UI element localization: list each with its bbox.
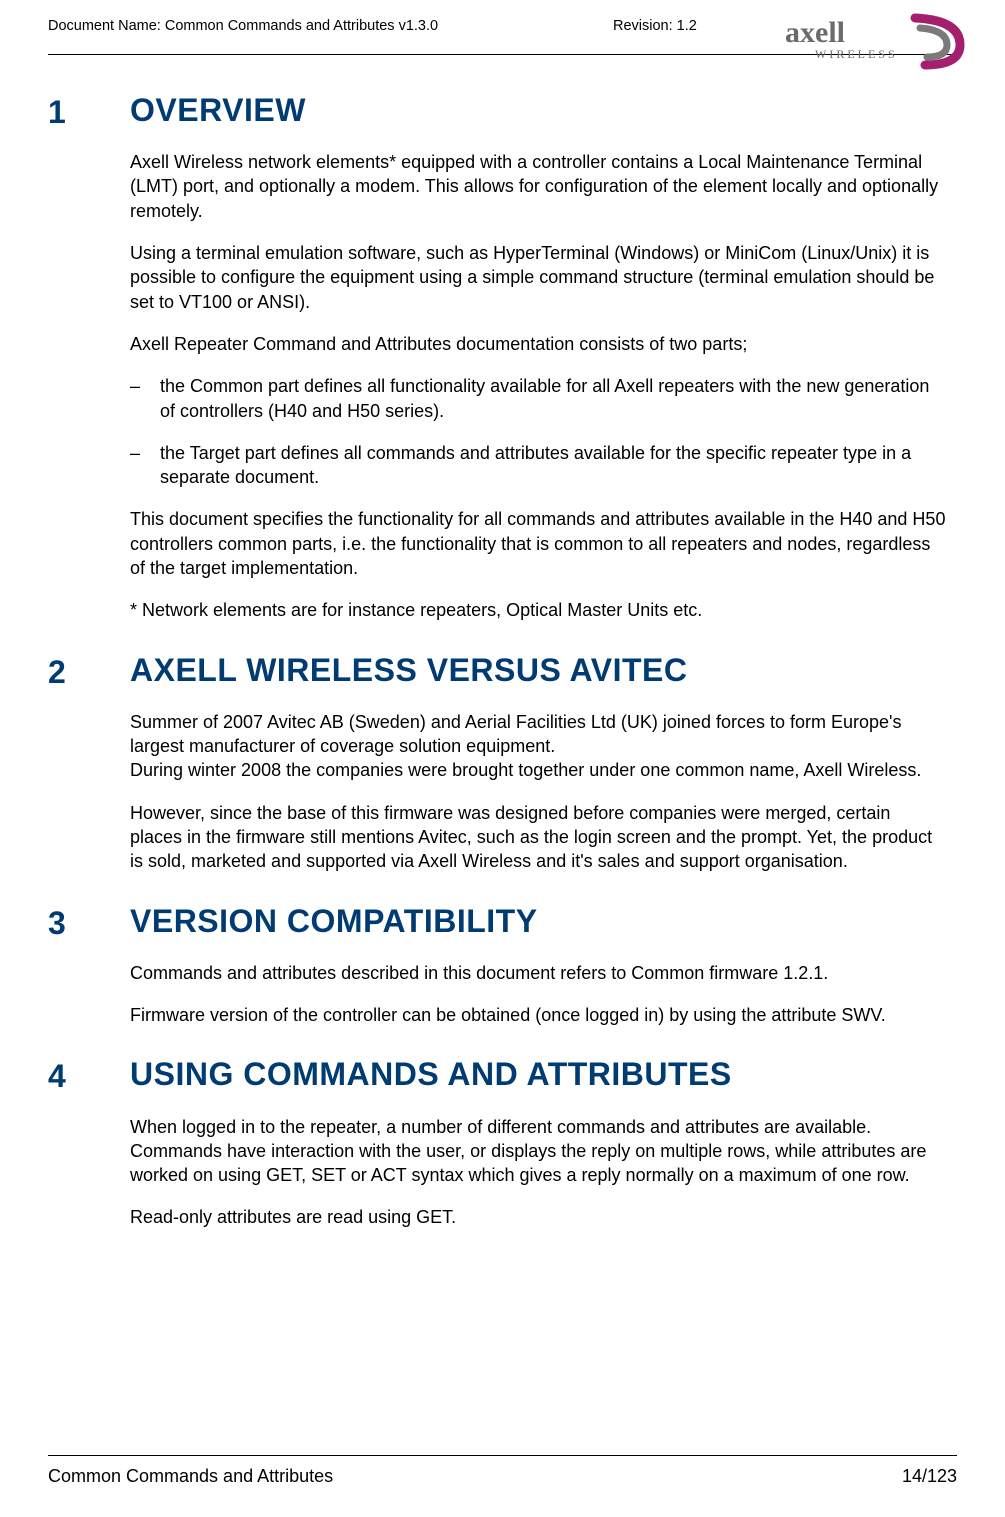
section-number: 3: [48, 904, 130, 941]
revision: Revision: 1.2: [613, 18, 697, 34]
list-item-text: the Target part defines all commands and…: [160, 441, 947, 490]
section-number: 4: [48, 1057, 130, 1094]
section-body: Axell Wireless network elements* equippe…: [130, 150, 947, 622]
section-title: VERSION COMPATIBILITY: [130, 904, 538, 939]
footer-page: 14/123: [902, 1466, 957, 1487]
section-gap: [48, 874, 957, 904]
list-item: –the Common part defines all functionali…: [130, 374, 947, 423]
section-body: When logged in to the repeater, a number…: [130, 1115, 947, 1230]
section-gap: [48, 1027, 957, 1057]
footer-divider: [48, 1455, 957, 1456]
section-gap: [48, 623, 957, 653]
doc-name: Document Name: Common Commands and Attri…: [48, 18, 438, 34]
paragraph: Read-only attributes are read using GET.: [130, 1205, 947, 1229]
section-body: Commands and attributes described in thi…: [130, 961, 947, 1028]
section-heading: 3VERSION COMPATIBILITY: [48, 904, 957, 941]
paragraph: This document specifies the functionalit…: [130, 507, 947, 580]
paragraph: Commands and attributes described in thi…: [130, 961, 947, 985]
paragraph: Using a terminal emulation software, suc…: [130, 241, 947, 314]
paragraph: Axell Repeater Command and Attributes do…: [130, 332, 947, 356]
section-body: Summer of 2007 Avitec AB (Sweden) and Ae…: [130, 710, 947, 874]
paragraph: Firmware version of the controller can b…: [130, 1003, 947, 1027]
list-item-text: the Common part defines all functionalit…: [160, 374, 947, 423]
section-heading: 2AXELL WIRELESS VERSUS AVITEC: [48, 653, 957, 690]
logo-text-bottom: WIRELESS: [815, 47, 898, 61]
axell-logo: axell WIRELESS: [775, 10, 975, 72]
list-item: –the Target part defines all commands an…: [130, 441, 947, 490]
section-title: AXELL WIRELESS VERSUS AVITEC: [130, 653, 687, 688]
footer-title: Common Commands and Attributes: [48, 1466, 333, 1487]
paragraph: * Network elements are for instance repe…: [130, 598, 947, 622]
section-title: USING COMMANDS AND ATTRIBUTES: [130, 1057, 732, 1092]
bullet-dash-icon: –: [130, 441, 160, 490]
logo-text-top: axell: [785, 16, 845, 49]
page-footer: Common Commands and Attributes 14/123: [48, 1455, 957, 1487]
page-header: Document Name: Common Commands and Attri…: [48, 18, 957, 68]
section-heading: 1OVERVIEW: [48, 93, 957, 130]
paragraph: Axell Wireless network elements* equippe…: [130, 150, 947, 223]
paragraph: Summer of 2007 Avitec AB (Sweden) and Ae…: [130, 710, 947, 783]
logo-swoosh-inner-icon: [920, 28, 947, 57]
bullet-dash-icon: –: [130, 374, 160, 423]
section-title: OVERVIEW: [130, 93, 306, 128]
section-gap: [48, 1230, 957, 1260]
section-number: 2: [48, 653, 130, 690]
section-heading: 4USING COMMANDS AND ATTRIBUTES: [48, 1057, 957, 1094]
paragraph: However, since the base of this firmware…: [130, 801, 947, 874]
page-content: 1OVERVIEW Axell Wireless network elements…: [48, 55, 957, 1260]
section-number: 1: [48, 93, 130, 130]
paragraph: When logged in to the repeater, a number…: [130, 1115, 947, 1188]
